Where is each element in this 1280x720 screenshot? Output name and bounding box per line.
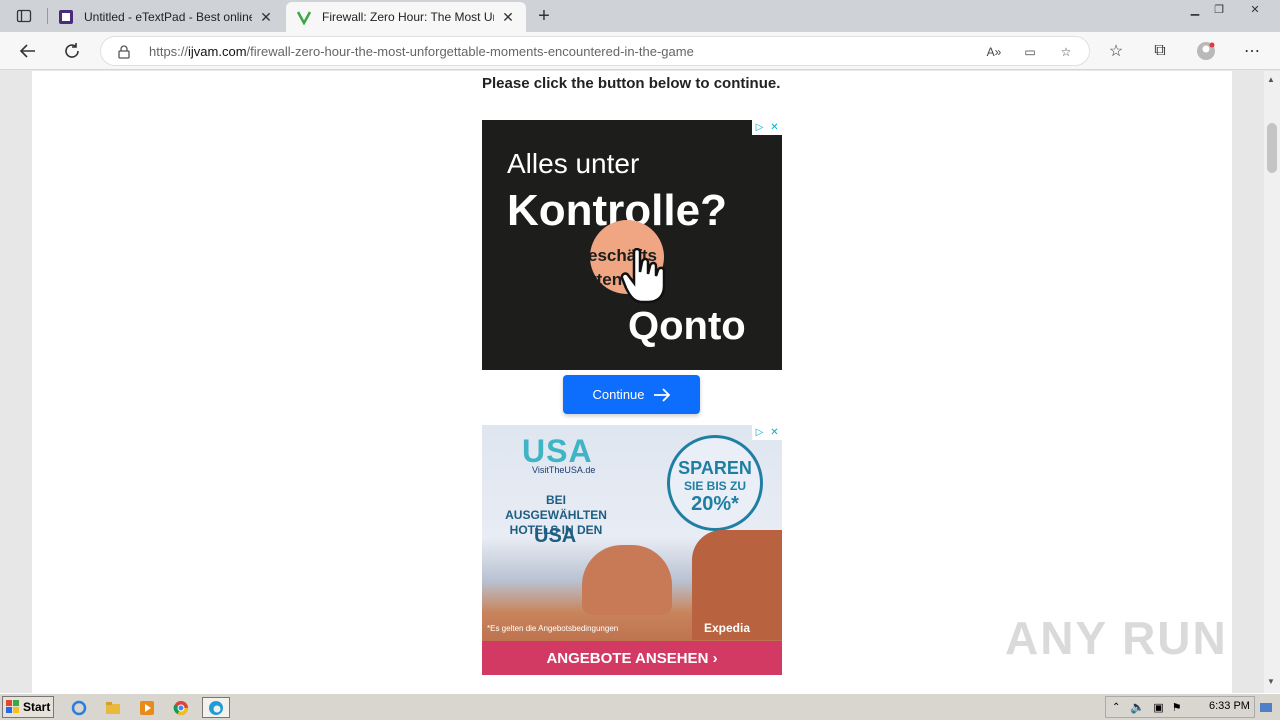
- back-button[interactable]: [14, 37, 42, 65]
- back-arrow-icon: [19, 44, 35, 58]
- ad-line-1: Alles unter: [507, 148, 640, 179]
- arrow-right-icon: [653, 387, 670, 402]
- refresh-icon: [65, 43, 79, 58]
- ie-icon[interactable]: [68, 697, 90, 718]
- page-content: Please click the button below to continu…: [32, 71, 1232, 693]
- badge-line-2: SIE BIS ZU: [683, 479, 746, 493]
- partner-logo: Expedia: [704, 621, 751, 635]
- ad-country: USA: [534, 525, 577, 547]
- tab-title: Untitled - eTextPad - Best online T: [84, 10, 252, 24]
- qonto-ad[interactable]: Alles unter Kontrolle? eschäfts rten Qon…: [482, 120, 782, 370]
- start-button[interactable]: Start: [2, 696, 54, 718]
- adchoices-icon[interactable]: ▷: [752, 425, 767, 440]
- ad-cta-button[interactable]: ANGEBOTE ANSEHEN ›: [482, 641, 782, 675]
- tab-etextpad[interactable]: Untitled - eTextPad - Best online T ✕: [48, 2, 284, 32]
- tab-firewall[interactable]: Firewall: Zero Hour: The Most Un ✕: [286, 2, 526, 32]
- tab-actions-icon: [16, 9, 32, 23]
- show-desktop-icon[interactable]: [1256, 697, 1276, 718]
- url-text[interactable]: https://ijvam.com/firewall-zero-hour-the…: [149, 44, 694, 59]
- ad-close-icon[interactable]: ✕: [767, 425, 782, 440]
- minimize-button[interactable]: ▁: [1184, 0, 1206, 18]
- close-window-button[interactable]: ✕: [1244, 0, 1266, 18]
- avatar-icon: [1197, 42, 1215, 60]
- browser-toolbar: https://ijvam.com/firewall-zero-hour-the…: [0, 32, 1280, 70]
- clock[interactable]: 6:33 PM: [1209, 700, 1250, 712]
- ad-close-icon[interactable]: ✕: [767, 120, 782, 135]
- close-tab-icon[interactable]: ✕: [500, 9, 516, 25]
- scroll-down-icon[interactable]: ▼: [1267, 677, 1275, 686]
- immersive-reader-icon[interactable]: ▭: [1021, 43, 1039, 61]
- media-player-icon[interactable]: [136, 697, 158, 718]
- show-hidden-icons-icon[interactable]: ⌃: [1112, 702, 1120, 713]
- watermark: ANY RUN: [1005, 612, 1228, 664]
- add-favorite-icon[interactable]: ☆: [1057, 43, 1075, 61]
- windows-logo-icon: [6, 700, 19, 713]
- read-aloud-icon[interactable]: A»: [985, 43, 1003, 61]
- url-scheme: https://: [149, 44, 189, 59]
- flag-icon[interactable]: ⚑: [1172, 701, 1182, 714]
- start-label: Start: [23, 700, 51, 714]
- ad-flags: ▷ ✕: [752, 120, 782, 135]
- collections-icon[interactable]: ⧉: [1150, 41, 1170, 61]
- ad-flags: ▷ ✕: [752, 425, 782, 440]
- new-tab-button[interactable]: +: [532, 4, 556, 28]
- continue-button[interactable]: Continue: [563, 375, 700, 414]
- adchoices-icon[interactable]: ▷: [752, 120, 767, 135]
- close-tab-icon[interactable]: ✕: [258, 9, 274, 25]
- volume-icon[interactable]: 🔈: [1130, 700, 1145, 714]
- profile-avatar[interactable]: [1196, 41, 1216, 61]
- site-favicon-icon: [296, 11, 312, 25]
- etextpad-favicon-icon: [59, 10, 73, 24]
- rock-formation: [582, 545, 672, 615]
- chrome-icon[interactable]: [170, 697, 192, 718]
- tab-strip: Untitled - eTextPad - Best online T ✕ Fi…: [0, 0, 1280, 32]
- url-domain: ijvam.com: [188, 44, 247, 59]
- taskbar: Start ⌃ 🔈 ▣ ⚑ 6:33 PM: [0, 693, 1280, 720]
- settings-more-icon[interactable]: ⋯: [1242, 41, 1262, 61]
- discount-badge: SPAREN SIE BIS ZU 20%*: [667, 435, 763, 531]
- favorites-icon[interactable]: ☆: [1106, 41, 1126, 61]
- badge-line-1: SPAREN: [678, 458, 752, 478]
- lock-icon: [118, 45, 130, 59]
- scrollbar-thumb[interactable]: [1267, 123, 1277, 173]
- explorer-icon[interactable]: [102, 697, 124, 718]
- url-path: /firewall-zero-hour-the-most-unforgettab…: [246, 44, 694, 59]
- instruction-text: Please click the button below to continu…: [482, 75, 781, 92]
- scroll-up-icon[interactable]: ▲: [1267, 75, 1275, 84]
- hand-pointer-icon: [620, 248, 666, 304]
- ad-brand-logo: Qonto: [628, 304, 746, 348]
- continue-label: Continue: [592, 387, 645, 402]
- vertical-scrollbar[interactable]: ▲ ▼: [1264, 71, 1280, 693]
- edge-icon[interactable]: [202, 697, 230, 718]
- network-icon[interactable]: ▣: [1153, 701, 1163, 714]
- ad-fine-print: *Es gelten die Angebotsbedingungen: [487, 624, 619, 633]
- tab-actions-button[interactable]: [8, 4, 40, 28]
- address-bar[interactable]: https://ijvam.com/firewall-zero-hour-the…: [100, 36, 1090, 66]
- ad-logo-sub: VisitTheUSA.de: [532, 465, 596, 475]
- plus-icon: +: [538, 4, 550, 27]
- refresh-button[interactable]: [58, 37, 86, 65]
- page-viewport: Please click the button below to continu…: [0, 71, 1264, 693]
- badge-line-3: 20%*: [691, 493, 739, 515]
- tab-title: Firewall: Zero Hour: The Most Un: [322, 10, 494, 24]
- restore-button[interactable]: ❐: [1208, 0, 1230, 18]
- visit-usa-ad[interactable]: USA VisitTheUSA.de SPAREN SIE BIS ZU 20%…: [482, 425, 782, 675]
